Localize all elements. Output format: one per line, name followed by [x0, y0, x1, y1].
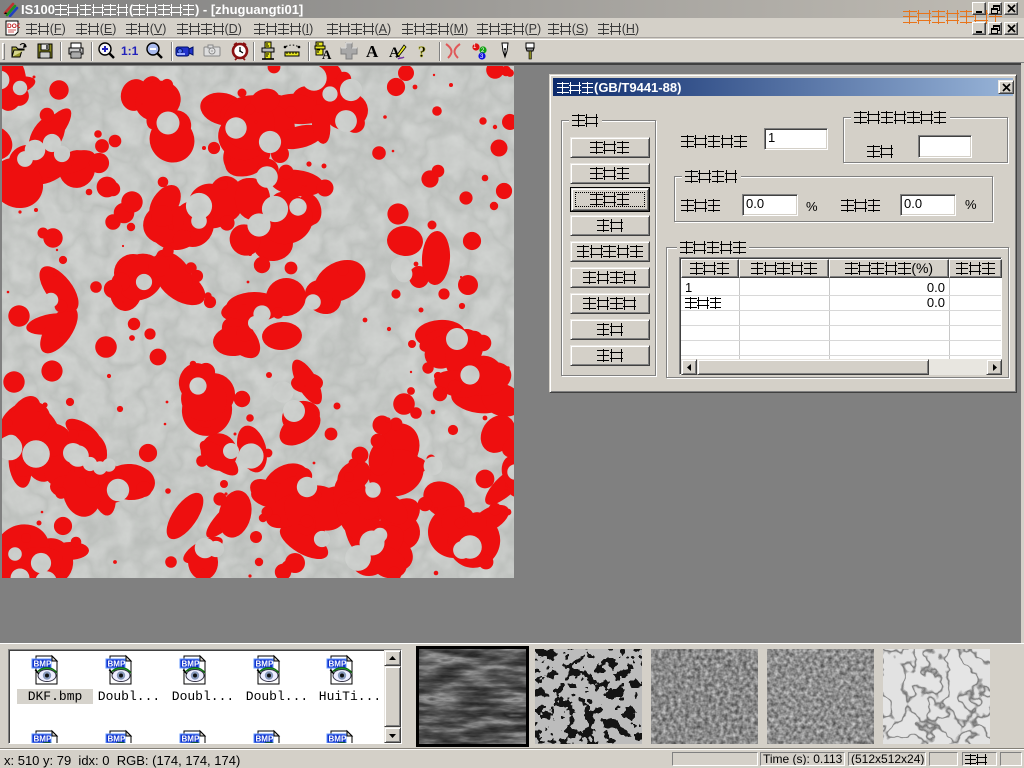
svg-text:DOC: DOC — [7, 23, 20, 30]
svg-text:A: A — [366, 42, 379, 61]
svg-text:A: A — [322, 47, 332, 61]
svg-text:BMP: BMP — [182, 660, 200, 669]
svg-text:BMP: BMP — [329, 735, 347, 744]
svg-text:BMP: BMP — [256, 735, 274, 744]
svg-text:BMP: BMP — [108, 660, 126, 669]
svg-text:BMP: BMP — [182, 735, 200, 744]
svg-text:BMP: BMP — [108, 735, 126, 744]
svg-text:BMP: BMP — [329, 660, 347, 669]
svg-text:?: ? — [418, 44, 426, 61]
svg-text:1:1: 1:1 — [121, 44, 139, 58]
svg-text:BMP: BMP — [256, 660, 274, 669]
svg-text:BMP: BMP — [34, 735, 52, 744]
svg-text:BMP: BMP — [34, 660, 52, 669]
